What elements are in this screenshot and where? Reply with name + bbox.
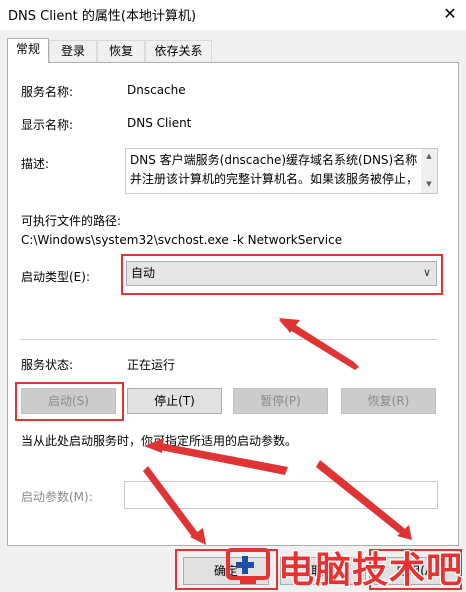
monitor-plus-logo: [226, 548, 270, 584]
watermark-text: 电脑技术吧: [278, 550, 464, 591]
arrow-to-hint: [147, 442, 288, 475]
arrow-to-apply: [316, 460, 409, 535]
arrow-to-ok: [143, 466, 203, 540]
tab-general[interactable]: 常规: [7, 38, 49, 63]
annotation-arrows: [143, 318, 412, 545]
